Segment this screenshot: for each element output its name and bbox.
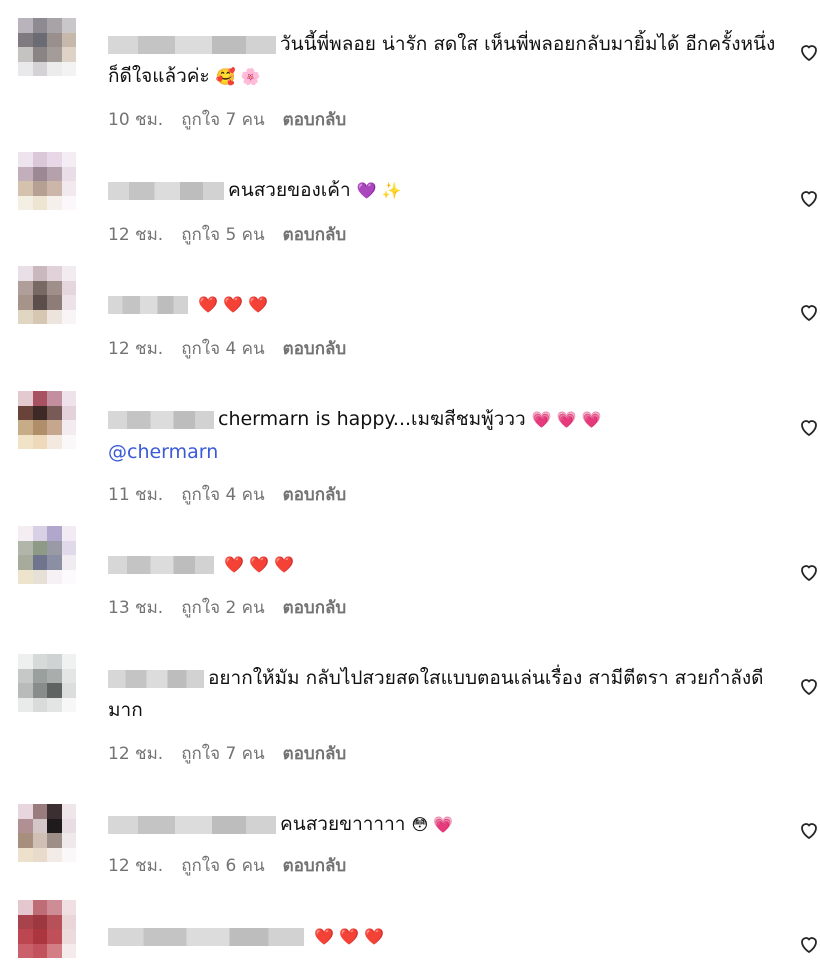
emoji-reaction: ❤️ ❤️ ❤️: [198, 295, 268, 314]
timestamp: 11 ชม.: [108, 485, 164, 505]
timestamp: 13 ชม.: [108, 598, 164, 618]
like-heart-icon[interactable]: [797, 40, 820, 64]
comment-text: ❤️ ❤️ ❤️: [108, 288, 778, 321]
reply-button[interactable]: ตอบกลับ: [283, 485, 347, 505]
comment-text: ❤️ ❤️ ❤️: [108, 920, 778, 953]
timestamp: 12 ชม.: [108, 225, 164, 245]
mention-link[interactable]: @chermarn: [108, 441, 218, 463]
avatar[interactable]: [18, 654, 76, 712]
username-blurred[interactable]: [108, 181, 224, 200]
reply-button[interactable]: ตอบกลับ: [283, 339, 347, 359]
username-blurred[interactable]: [108, 669, 204, 688]
reply-button[interactable]: ตอบกลับ: [283, 744, 347, 764]
timestamp: 12 ชม.: [108, 744, 164, 764]
like-count[interactable]: ถูกใจ 5 คน: [181, 225, 264, 245]
timestamp: 12 ชม.: [108, 339, 164, 359]
username-blurred[interactable]: [108, 35, 276, 54]
emoji-reaction: ❤️ ❤️ ❤️: [314, 927, 384, 946]
comment-meta: 12 ชม. ถูกใจ 5 คน ตอบกลับ: [108, 221, 364, 248]
comment-text: คนสวยขาาาาา 😳 💗: [108, 808, 778, 841]
comment-text: วันนี้พี่พลอย น่ารัก สดใส เห็นพี่พลอยกลั…: [108, 33, 776, 87]
comment-meta: 10 ชม. ถูกใจ 7 คน ตอบกลับ: [108, 106, 364, 133]
like-heart-icon[interactable]: [797, 674, 820, 698]
timestamp: 12 ชม.: [108, 856, 164, 876]
comment-text: chermarn is happy...เมฆสีชมพู้ววว 💗 💗 💗 @…: [108, 408, 602, 463]
emoji-reaction: 😳 💗: [411, 815, 454, 834]
comment-meta: 11 ชม. ถูกใจ 4 คน ตอบกลับ: [108, 481, 364, 508]
avatar[interactable]: [18, 266, 76, 324]
timestamp: 10 ชม.: [108, 110, 164, 130]
like-count[interactable]: ถูกใจ 6 คน: [181, 856, 264, 876]
like-count[interactable]: ถูกใจ 4 คน: [181, 485, 264, 505]
avatar[interactable]: [18, 391, 76, 449]
reply-button[interactable]: ตอบกลับ: [283, 856, 347, 876]
avatar[interactable]: [18, 152, 76, 210]
reply-button[interactable]: ตอบกลับ: [283, 225, 347, 245]
like-heart-icon[interactable]: [797, 932, 820, 956]
reply-button[interactable]: ตอบกลับ: [283, 598, 347, 618]
comment-meta: 12 ชม. ถูกใจ 7 คน ตอบกลับ: [108, 740, 364, 767]
comment-meta: 12 ชม. ถูกใจ 4 คน ตอบกลับ: [108, 335, 364, 362]
avatar[interactable]: [18, 900, 76, 958]
like-count[interactable]: ถูกใจ 4 คน: [181, 339, 264, 359]
comment-text: คนสวยของเค้า 💜 ✨: [108, 174, 778, 207]
emoji-reaction: 💜 ✨: [356, 181, 402, 200]
like-count[interactable]: ถูกใจ 7 คน: [181, 110, 264, 130]
comment-meta: 12 ชม. ถูกใจ 6 คน ตอบกลับ: [108, 852, 364, 879]
comment-text: ❤️ ❤️ ❤️: [108, 548, 778, 581]
like-heart-icon[interactable]: [797, 300, 820, 324]
emoji-reaction: ❤️ ❤️ ❤️: [224, 555, 294, 574]
username-blurred[interactable]: [108, 295, 188, 314]
like-heart-icon[interactable]: [797, 818, 820, 842]
like-heart-icon[interactable]: [797, 560, 820, 584]
comment-meta: 13 ชม. ถูกใจ 2 คน ตอบกลับ: [108, 594, 364, 621]
avatar[interactable]: [18, 526, 76, 584]
like-heart-icon[interactable]: [797, 186, 820, 210]
avatar[interactable]: [18, 18, 76, 76]
comment-text: อยากให้มัม กลับไปสวยสดใสแบบตอนเล่นเรื่อง…: [108, 667, 764, 721]
username-blurred[interactable]: [108, 927, 304, 946]
emoji-reaction: 🥰 🌸: [215, 67, 261, 86]
like-count[interactable]: ถูกใจ 2 คน: [181, 598, 264, 618]
like-count[interactable]: ถูกใจ 7 คน: [181, 744, 264, 764]
like-heart-icon[interactable]: [797, 415, 820, 439]
username-blurred[interactable]: [108, 815, 276, 834]
username-blurred[interactable]: [108, 555, 214, 574]
avatar[interactable]: [18, 804, 76, 862]
reply-button[interactable]: ตอบกลับ: [283, 110, 347, 130]
emoji-reaction: 💗 💗 💗: [531, 410, 602, 429]
username-blurred[interactable]: [108, 410, 214, 429]
